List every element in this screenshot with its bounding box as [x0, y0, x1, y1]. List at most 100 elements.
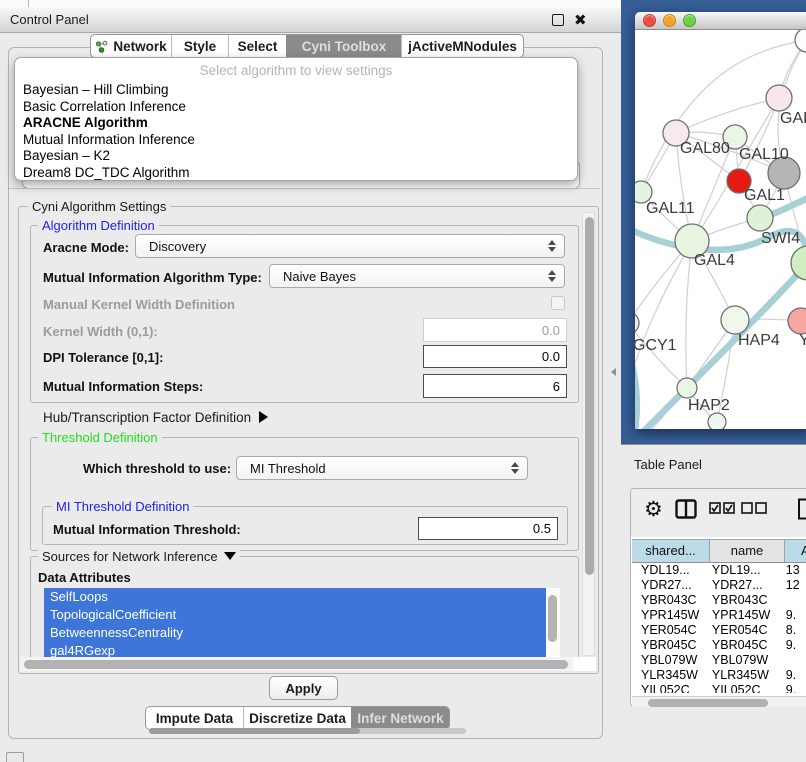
aracne-mode-combobox[interactable]: Discovery: [135, 234, 565, 258]
dropdown-item[interactable]: Mutual Information Inference: [23, 132, 569, 149]
kernel-width-field[interactable]: 0.0: [423, 318, 567, 342]
attribute-item-selected[interactable]: TopologicalCoefficient: [44, 606, 546, 624]
cell[interactable]: [781, 653, 806, 668]
cell[interactable]: YBR043C: [708, 593, 781, 608]
cell[interactable]: YBR045C: [632, 638, 708, 653]
mi-threshold-field[interactable]: 0.5: [418, 517, 558, 540]
tab-network[interactable]: Network: [91, 35, 171, 57]
dpi-tolerance-field[interactable]: 0.0: [423, 345, 567, 368]
cell[interactable]: YER054C: [632, 623, 708, 638]
table-row[interactable]: YDR27... YDR27... 12: [632, 578, 806, 593]
select-all-icon[interactable]: [709, 502, 735, 514]
node-hap2[interactable]: [677, 378, 697, 398]
cell[interactable]: YDR27...: [708, 578, 781, 593]
cell[interactable]: [781, 593, 806, 608]
zoom-traffic-light[interactable]: [683, 14, 696, 27]
cell[interactable]: YIL052C: [708, 683, 781, 693]
cell[interactable]: YDL19...: [708, 563, 781, 578]
splitter-arrow[interactable]: [611, 368, 616, 376]
table-row[interactable]: YBL079W YBL079W: [632, 653, 806, 668]
manual-kernel-checkbox[interactable]: [551, 296, 565, 310]
dropdown-item[interactable]: Bayesian – Hill Climbing: [23, 82, 569, 99]
table-row[interactable]: YDL19... YDL19... 13: [632, 563, 806, 578]
mi-steps-field[interactable]: 6: [423, 374, 567, 398]
column-header-clipped[interactable]: A: [785, 539, 806, 563]
node-table-card: ⚙: [630, 488, 806, 707]
tab-discretize-data[interactable]: Discretize Data: [243, 707, 351, 729]
attributes-vscrollbar[interactable]: [546, 588, 560, 657]
cell[interactable]: YDR27...: [632, 578, 708, 593]
table-hscrollbar[interactable]: [632, 696, 806, 707]
attribute-item-selected[interactable]: gal4RGexp: [44, 642, 546, 657]
dropdown-item[interactable]: Bayesian – K2: [23, 148, 569, 165]
tab-cyni-toolbox[interactable]: Cyni Toolbox: [286, 35, 401, 57]
apply-button[interactable]: Apply: [269, 676, 338, 700]
attribute-item-selected[interactable]: BetweennessCentrality: [44, 624, 546, 642]
table-row[interactable]: YER054C YER054C 8.: [632, 623, 806, 638]
panel-hscrollbar-thumb[interactable]: [149, 728, 360, 734]
attributes-vscrollbar-thumb[interactable]: [548, 595, 557, 642]
minimized-panel-chip[interactable]: [6, 752, 24, 762]
dropdown-item-selected[interactable]: ARACNE Algorithm: [23, 115, 569, 132]
cell[interactable]: YLR345W: [708, 668, 781, 683]
cell[interactable]: 9.: [781, 638, 806, 653]
new-table-icon[interactable]: [797, 498, 806, 520]
node-swi4[interactable]: [747, 205, 773, 231]
cell[interactable]: YBR043C: [632, 593, 708, 608]
cell[interactable]: YDL19...: [632, 563, 708, 578]
cell[interactable]: 8.: [781, 623, 806, 638]
network-canvas[interactable]: GAL2 GAL80 GAL10 GAL1 GAL11 SWI4 GAL4 GC…: [635, 30, 806, 429]
cell[interactable]: 9.: [781, 683, 806, 693]
column-header-shared-name[interactable]: shared...: [632, 539, 710, 563]
network-window-titlebar[interactable]: [635, 12, 806, 30]
settings-vscrollbar-thumb[interactable]: [585, 217, 594, 575]
cell[interactable]: YLR345W: [632, 668, 708, 683]
node-gcy1[interactable]: [635, 312, 639, 334]
cell[interactable]: YPR145W: [708, 608, 781, 623]
tab-style[interactable]: Style: [171, 35, 228, 57]
cell[interactable]: 9.: [781, 668, 806, 683]
gear-icon[interactable]: ⚙: [644, 497, 663, 523]
settings-vscrollbar[interactable]: [582, 212, 595, 656]
settings-hscrollbar[interactable]: [20, 657, 573, 671]
close-traffic-light[interactable]: [643, 14, 656, 27]
cell[interactable]: YBR045C: [708, 638, 781, 653]
float-window-icon[interactable]: [552, 14, 564, 26]
dropdown-item[interactable]: Dream8 DC_TDC Algorithm: [23, 165, 569, 182]
tab-infer-network[interactable]: Infer Network: [351, 707, 449, 729]
minimize-traffic-light[interactable]: [663, 14, 676, 27]
cell[interactable]: YIL052C: [632, 683, 708, 693]
tab-select[interactable]: Select: [228, 35, 286, 57]
close-icon[interactable]: ✖: [574, 8, 587, 33]
table-row[interactable]: YBR043C YBR043C: [632, 593, 806, 608]
settings-hscrollbar-thumb[interactable]: [24, 660, 568, 669]
column-header-name[interactable]: name: [710, 539, 785, 563]
cell[interactable]: YER054C: [708, 623, 781, 638]
node-gal2[interactable]: [766, 85, 792, 111]
tab-impute-data[interactable]: Impute Data: [146, 707, 243, 729]
hub-definition-expander[interactable]: Hub/Transcription Factor Definition: [43, 410, 268, 425]
tab-jactivemnodules[interactable]: jActiveMNodules: [401, 35, 523, 57]
sources-title[interactable]: Sources for Network Inference: [38, 549, 240, 564]
table-row[interactable]: YLR345W YLR345W 9.: [632, 668, 806, 683]
node[interactable]: [795, 30, 806, 52]
cell[interactable]: YBL079W: [708, 653, 781, 668]
deselect-all-icon[interactable]: [741, 502, 767, 514]
node[interactable]: [708, 413, 726, 429]
table-row[interactable]: YBR045C YBR045C 9.: [632, 638, 806, 653]
mi-type-combobox[interactable]: Naive Bayes: [269, 264, 565, 288]
cell[interactable]: YPR145W: [632, 608, 708, 623]
node-hap4[interactable]: [721, 306, 749, 334]
which-threshold-combobox[interactable]: MI Threshold: [236, 456, 528, 480]
table-hscrollbar-thumb[interactable]: [648, 699, 768, 707]
cell[interactable]: YBL079W: [632, 653, 708, 668]
dropdown-item[interactable]: Basic Correlation Inference: [23, 99, 569, 116]
table-row[interactable]: YPR145W YPR145W 9.: [632, 608, 806, 623]
cell[interactable]: 12: [781, 578, 806, 593]
cell[interactable]: 13: [781, 563, 806, 578]
attribute-item-selected[interactable]: SelfLoops: [44, 588, 546, 606]
split-columns-icon[interactable]: [675, 499, 697, 519]
cell[interactable]: 9.: [781, 608, 806, 623]
node-salmon[interactable]: [788, 308, 806, 334]
table-row-clipped[interactable]: YIL052C YIL052C 9.: [632, 683, 806, 693]
